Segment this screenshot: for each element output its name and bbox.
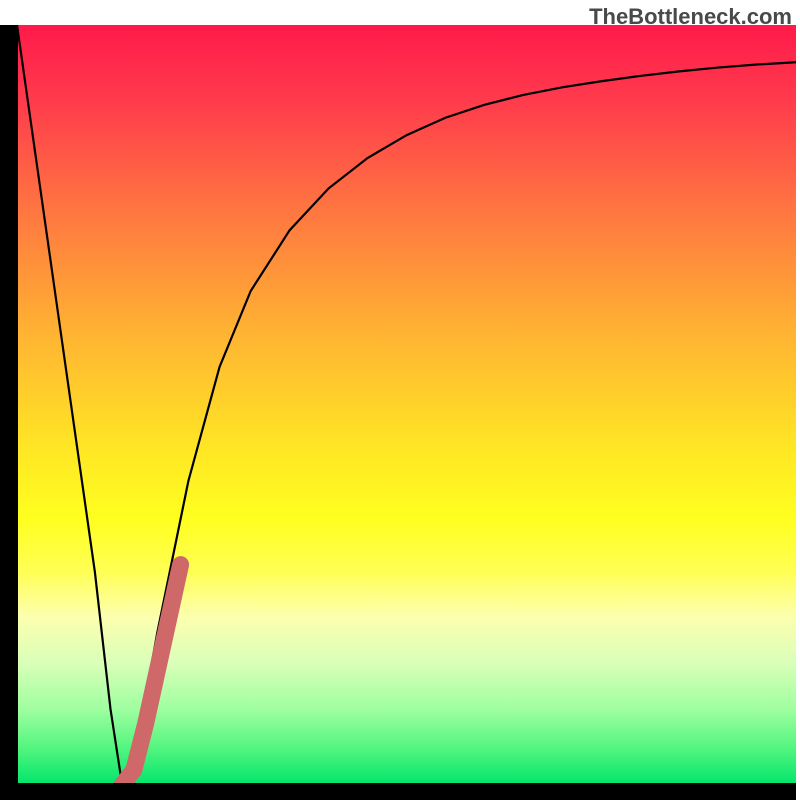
axis-bottom-border — [17, 783, 796, 800]
axis-left-border — [0, 25, 18, 800]
severity-gradient-background — [17, 25, 796, 785]
chart-container: TheBottleneck.com — [0, 0, 800, 800]
plot-area — [17, 25, 796, 785]
watermark-text: TheBottleneck.com — [589, 4, 792, 30]
